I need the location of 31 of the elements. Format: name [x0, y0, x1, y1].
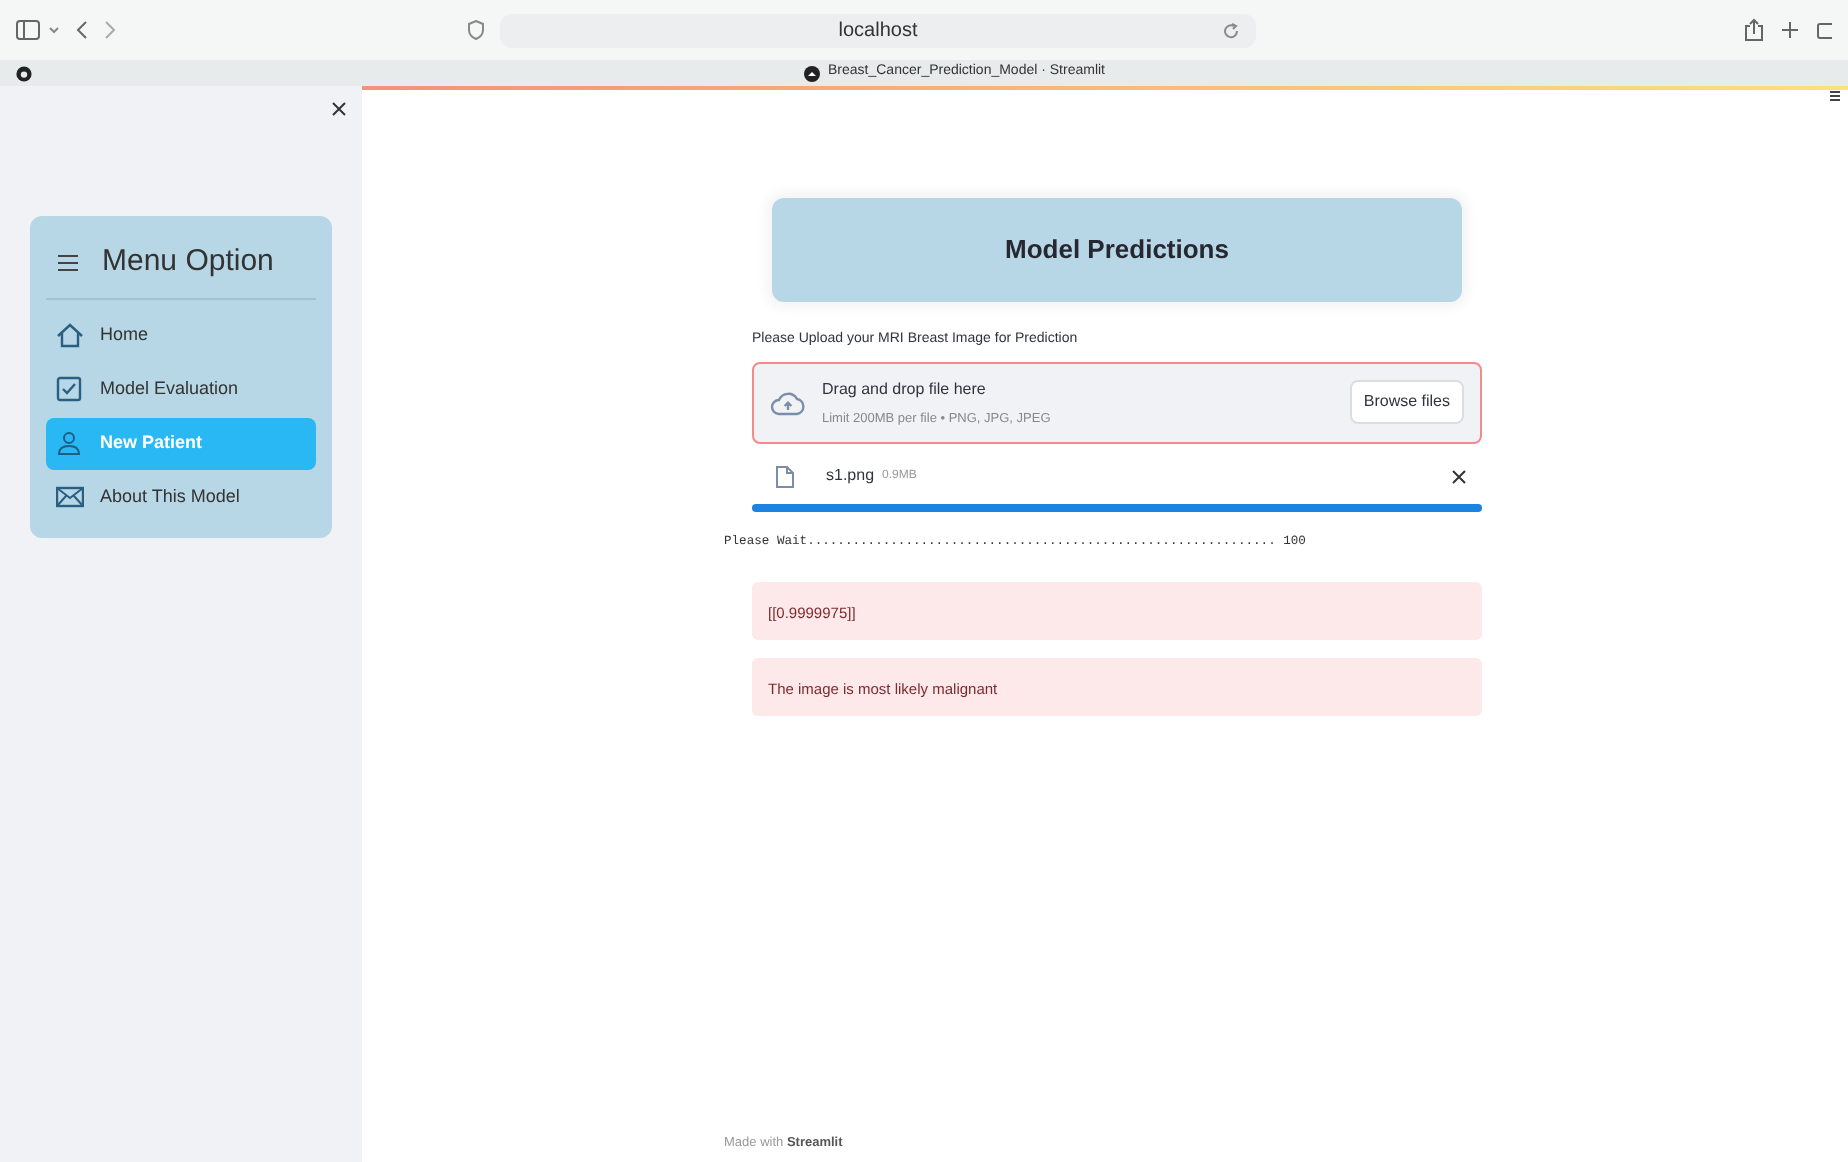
envelope-icon	[56, 484, 84, 510]
back-icon[interactable]	[76, 20, 88, 40]
home-icon	[56, 322, 84, 348]
close-icon[interactable]	[1452, 469, 1466, 484]
share-icon[interactable]	[1744, 18, 1764, 42]
address-bar[interactable]: localhost	[500, 13, 1256, 47]
menu-title: Menu Option	[102, 242, 274, 282]
menu-item-label: Home	[100, 321, 149, 348]
cloud-upload-icon	[770, 389, 806, 416]
menu-item[interactable]: Model Evaluation	[46, 363, 316, 415]
shield-icon	[468, 20, 484, 40]
browse-files-button[interactable]: Browse files	[1349, 380, 1464, 425]
menu-item-label: About This Model	[100, 483, 240, 510]
file-icon	[776, 465, 794, 488]
person-icon	[56, 430, 84, 456]
file-name: s1.png	[826, 464, 875, 489]
page-heading: Model Predictions	[1005, 232, 1229, 269]
sidebar-toggle-icon[interactable]	[16, 20, 40, 40]
menu-icon[interactable]	[58, 253, 78, 272]
new-tab-icon[interactable]	[1780, 20, 1800, 40]
menu-item-label: New Patient	[100, 429, 203, 456]
menu-item-label: Model Evaluation	[100, 375, 239, 402]
menu-item[interactable]: About This Model	[46, 471, 316, 523]
url-text: localhost	[838, 17, 918, 45]
checkbox-icon	[56, 376, 84, 402]
menu-item[interactable]: Home	[46, 309, 316, 361]
drop-instruction: Drag and drop file here	[822, 377, 988, 401]
menu-icon[interactable]	[1830, 90, 1840, 102]
chevron-down-icon[interactable]	[48, 26, 60, 34]
reload-icon[interactable]	[1222, 21, 1240, 39]
close-icon[interactable]	[332, 102, 346, 116]
